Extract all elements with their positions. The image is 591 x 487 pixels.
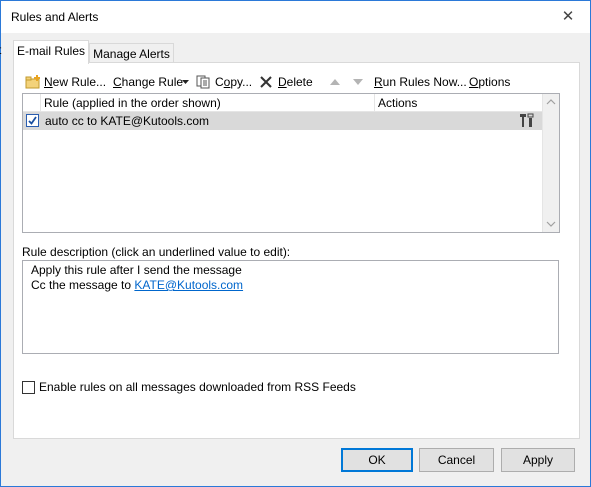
title-bar: Rules and Alerts ✕	[1, 1, 590, 33]
rss-label: Enable rules on all messages downloaded …	[39, 380, 356, 394]
delete-icon	[260, 76, 272, 88]
checkmark-icon	[28, 116, 37, 125]
rules-list-scrollbar[interactable]	[542, 94, 559, 232]
column-header-actions[interactable]: Actions	[378, 96, 417, 110]
rule-name: auto cc to KATE@Kutools.com	[45, 114, 210, 128]
window-title: Rules and Alerts	[11, 10, 99, 24]
apply-button[interactable]: Apply	[501, 448, 575, 472]
rule-enabled-checkbox[interactable]	[26, 114, 39, 127]
description-line-1: Apply this rule after I send the message	[31, 263, 242, 277]
cancel-button[interactable]: Cancel	[419, 448, 494, 472]
rule-description-box: Apply this rule after I send the message…	[22, 260, 559, 354]
close-icon[interactable]: ✕	[546, 1, 590, 33]
column-divider	[40, 94, 41, 111]
delete-label: Delete	[278, 75, 313, 89]
tab-email-rules[interactable]: E-mail Rules	[13, 40, 89, 64]
move-down-icon[interactable]	[353, 79, 363, 86]
new-rule-label: New Rule...	[44, 75, 107, 89]
rules-list[interactable]: Rule (applied in the order shown) Action…	[22, 93, 560, 233]
scroll-down-icon[interactable]	[543, 219, 559, 229]
recipient-link[interactable]: KATE@Kutools.com	[134, 278, 243, 292]
rss-checkbox[interactable]	[22, 381, 35, 394]
description-line-2-text: Cc the message to	[31, 278, 135, 292]
move-up-icon[interactable]	[330, 79, 340, 86]
new-rule-icon	[25, 75, 40, 89]
copy-icon	[196, 75, 210, 89]
dropdown-arrow-icon	[182, 80, 189, 84]
rules-and-alerts-dialog: Rules and Alerts ✕ E-mail Rules Manage A…	[0, 0, 591, 487]
run-rules-now-button[interactable]: Run Rules Now...	[374, 73, 467, 91]
change-rule-label: Change Rule	[113, 75, 184, 89]
scroll-up-icon[interactable]	[543, 97, 559, 107]
background-window-fragment: t	[0, 43, 1, 57]
rule-description-label: Rule description (click an underlined va…	[22, 245, 291, 259]
column-header-rule[interactable]: Rule (applied in the order shown)	[44, 96, 221, 110]
rules-list-header: Rule (applied in the order shown) Action…	[23, 94, 542, 112]
rule-row[interactable]: auto cc to KATE@Kutools.com	[23, 112, 542, 130]
ok-button[interactable]: OK	[341, 448, 413, 472]
column-divider	[374, 94, 375, 111]
description-line-2: Cc the message to KATE@Kutools.com	[31, 278, 243, 292]
options-button[interactable]: Options	[469, 73, 510, 91]
change-rule-button[interactable]: Change Rule	[113, 73, 189, 91]
copy-label: Copy...	[215, 75, 253, 89]
dialog-body: E-mail Rules Manage Alerts New Rule... C…	[1, 33, 590, 486]
rule-actions-icon	[520, 113, 534, 127]
